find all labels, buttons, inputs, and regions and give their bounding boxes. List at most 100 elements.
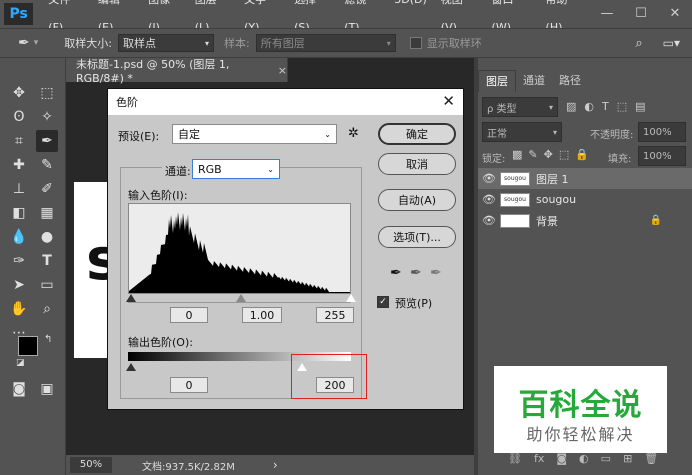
ok-button[interactable]: 确定 [378, 123, 456, 145]
zoom-level[interactable]: 50% [70, 457, 112, 473]
auto-button[interactable]: 自动(A) [378, 189, 456, 211]
close-window-button[interactable]: ✕ [658, 0, 692, 28]
tab-paths[interactable]: 路径 [552, 70, 588, 92]
preview-checkbox[interactable]: ✓ [377, 296, 389, 308]
search-icon[interactable]: ⌕ [635, 36, 642, 51]
rectangle-tool-icon[interactable]: ▭ [36, 274, 58, 296]
new-layer-icon[interactable]: ⊞ [623, 452, 632, 465]
show-ring-checkbox[interactable] [409, 37, 422, 49]
blend-mode-select[interactable]: 正常 ▾ [482, 122, 562, 142]
black-eyedropper-icon[interactable]: ✒ [390, 265, 402, 281]
fx-icon[interactable]: fx [534, 452, 544, 465]
preset-gear-icon[interactable]: ✲ [348, 126, 359, 141]
tab-channels[interactable]: 通道 [516, 70, 552, 92]
screen-mode-icon[interactable]: ▣ [36, 378, 58, 400]
eyedropper-tool-icon[interactable]: ✒ [18, 35, 30, 51]
input-gamma-slider[interactable] [236, 294, 246, 302]
options-button[interactable]: 选项(T)... [378, 226, 456, 248]
foreground-color-swatch[interactable] [18, 336, 38, 356]
cancel-button[interactable]: 取消 [378, 153, 456, 175]
input-black-slider[interactable] [126, 294, 136, 302]
zoom-tool-icon[interactable]: ⌕ [36, 298, 58, 320]
fill-input[interactable]: 100% [638, 146, 686, 166]
chevron-down-icon[interactable]: ▾ [34, 38, 39, 48]
layer-name: sougou [536, 193, 577, 206]
visibility-eye-icon[interactable]: 👁 [478, 214, 500, 227]
tools-panel: ✥ ⬚ ʘ ✧ ⌗ ✒ ✚ ✎ ⊥ ✐ ◧ ▦ 💧 ● ✑ T ➤ ▭ ✋ ⌕ … [0, 58, 66, 475]
eyedropper-tool-icon[interactable]: ✒ [36, 130, 58, 152]
preset-label: 预设(E): [118, 130, 160, 143]
healing-brush-tool-icon[interactable]: ✚ [8, 154, 30, 176]
trash-icon[interactable]: 🗑 [644, 452, 658, 465]
input-gamma-field[interactable]: 1.00 [242, 307, 282, 323]
sample-select[interactable]: 所有图层 ▾ [255, 34, 396, 52]
layer-filter-icons: ▨ ◐ T ⬚ ▤ [566, 100, 646, 113]
maximize-button[interactable]: ☐ [624, 0, 658, 28]
path-selection-tool-icon[interactable]: ➤ [8, 274, 30, 296]
type-tool-icon[interactable]: T [36, 250, 58, 272]
preset-select[interactable]: 自定 ⌄ [172, 124, 337, 144]
input-black-field[interactable]: 0 [170, 307, 208, 323]
gray-eyedropper-icon[interactable]: ✒ [410, 265, 422, 281]
lock-artboard-icon[interactable]: ⬚ [559, 148, 569, 161]
dodge-tool-icon[interactable]: ● [36, 226, 58, 248]
magic-wand-tool-icon[interactable]: ✧ [36, 106, 58, 128]
tab-layers[interactable]: 图层 [478, 70, 516, 92]
swap-colors-icon[interactable]: ↰ [44, 334, 52, 345]
eraser-tool-icon[interactable]: ◧ [8, 202, 30, 224]
hand-tool-icon[interactable]: ✋ [8, 298, 30, 320]
layer-row[interactable]: 👁 背景 🔒 [478, 210, 692, 231]
lock-icon: 🔒 [649, 215, 662, 226]
workspace-icon[interactable]: ▭▾ [663, 36, 680, 50]
type-filter-icon[interactable]: T [602, 100, 609, 113]
sample-size-select[interactable]: 取样点 ▾ [117, 34, 214, 52]
channel-select[interactable]: RGB ⌄ [192, 159, 280, 179]
output-levels-label: 输出色阶(O): [128, 336, 193, 349]
quick-mask-icon[interactable]: ◙ [8, 378, 30, 400]
pen-tool-icon[interactable]: ✑ [8, 250, 30, 272]
output-black-field[interactable]: 0 [170, 377, 208, 393]
new-group-icon[interactable]: ▭ [601, 452, 611, 465]
layer-row[interactable]: 👁 sougou 图层 1 [478, 168, 692, 189]
layer-name: 图层 1 [536, 172, 569, 186]
output-black-slider[interactable] [126, 363, 136, 371]
lock-transparent-icon[interactable]: ▩ [512, 148, 522, 161]
lock-position-icon[interactable]: ✥ [544, 148, 553, 161]
layer-row[interactable]: 👁 sougou sougou [478, 189, 692, 210]
lock-all-icon[interactable]: 🔒 [575, 148, 589, 161]
input-white-slider[interactable] [346, 294, 356, 302]
status-menu-arrow-icon[interactable]: › [273, 458, 278, 472]
lasso-tool-icon[interactable]: ʘ [8, 106, 30, 128]
close-icon[interactable]: ✕ [442, 92, 455, 110]
document-tab[interactable]: 未标题-1.psd @ 50% (图层 1, RGB/8#) * × [66, 58, 288, 85]
pixel-filter-icon[interactable]: ▨ [566, 100, 576, 113]
lock-pixels-icon[interactable]: ✎ [528, 148, 537, 161]
add-mask-icon[interactable]: ◙ [556, 452, 567, 465]
visibility-eye-icon[interactable]: 👁 [478, 193, 500, 206]
preview-label: 预览(P) [395, 297, 433, 310]
clone-stamp-tool-icon[interactable]: ⊥ [8, 178, 30, 200]
brush-tool-icon[interactable]: ✎ [36, 154, 58, 176]
opacity-input[interactable]: 100% [638, 122, 686, 142]
input-white-field[interactable]: 255 [316, 307, 354, 323]
history-brush-tool-icon[interactable]: ✐ [36, 178, 58, 200]
crop-tool-icon[interactable]: ⌗ [8, 130, 30, 152]
adjustment-filter-icon[interactable]: ◐ [584, 100, 594, 113]
lock-icons: ▩ ✎ ✥ ⬚ 🔒 [512, 148, 589, 161]
shape-filter-icon[interactable]: ⬚ [617, 100, 627, 113]
link-layers-icon[interactable]: ⛓ [508, 452, 522, 465]
close-tab-icon[interactable]: × [278, 64, 287, 77]
default-colors-icon[interactable]: ◪ [16, 358, 25, 368]
minimize-button[interactable]: — [590, 0, 624, 28]
marquee-tool-icon[interactable]: ⬚ [36, 82, 58, 104]
move-tool-icon[interactable]: ✥ [8, 82, 30, 104]
white-eyedropper-icon[interactable]: ✒ [430, 265, 442, 281]
histogram [128, 203, 351, 294]
blur-tool-icon[interactable]: 💧 [8, 226, 30, 248]
layer-kind-filter[interactable]: ρ 类型 ▾ [482, 97, 558, 117]
gradient-tool-icon[interactable]: ▦ [36, 202, 58, 224]
visibility-eye-icon[interactable]: 👁 [478, 172, 500, 185]
adjustment-layer-icon[interactable]: ◐ [579, 452, 589, 465]
smart-object-filter-icon[interactable]: ▤ [635, 100, 645, 113]
dialog-titlebar[interactable]: 色阶 ✕ [108, 89, 463, 115]
